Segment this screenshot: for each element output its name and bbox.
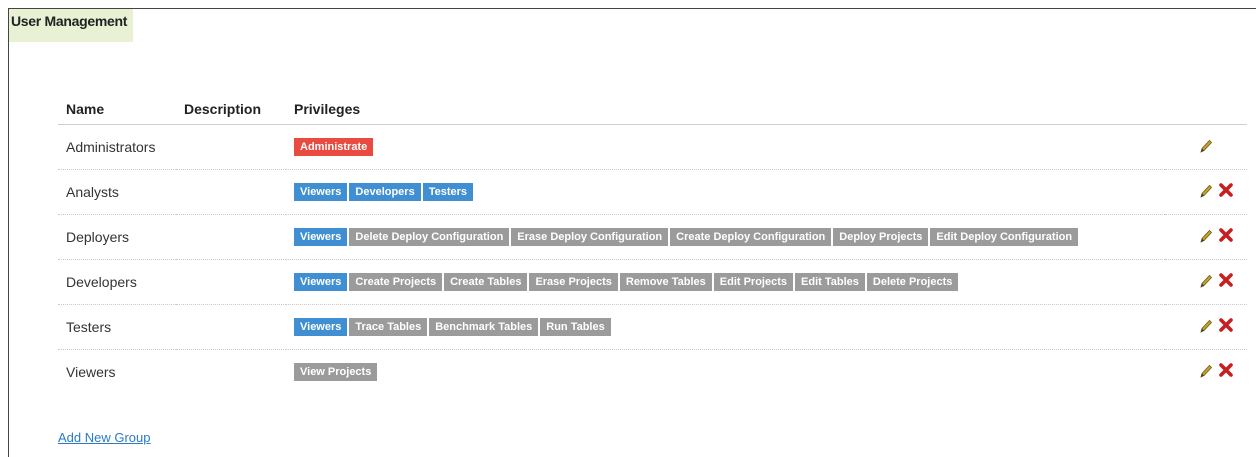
action-group <box>1199 317 1233 336</box>
privilege-badge: Benchmark Tables <box>429 318 539 337</box>
privilege-badge: Viewers <box>294 183 348 202</box>
header-description: Description <box>176 93 286 125</box>
privilege-badge: View Projects <box>294 363 378 382</box>
group-privileges: Administrate <box>286 124 1165 170</box>
action-group <box>1199 362 1233 381</box>
close-icon[interactable] <box>1219 362 1233 381</box>
group-privileges: Viewers Delete Deploy Configuration Erase … <box>286 214 1165 260</box>
privilege-badge: Developers <box>349 183 421 202</box>
privilege-badge: Testers <box>422 183 474 202</box>
group-name: Viewers <box>66 364 116 380</box>
action-group <box>1199 182 1233 201</box>
group-description <box>176 259 286 305</box>
close-icon[interactable] <box>1219 227 1233 246</box>
privilege-badge: Create Tables <box>444 273 528 292</box>
group-name: Deployers <box>58 214 176 260</box>
table-row: Analysts Viewers Developers Testers <box>58 169 1247 215</box>
add-new-group-link[interactable]: Add New Group <box>58 430 151 445</box>
row-actions <box>1165 259 1247 305</box>
group-description <box>176 214 286 260</box>
privilege-badge: Create Deploy Configuration <box>670 228 832 247</box>
close-icon[interactable] <box>1219 182 1233 201</box>
group-privileges: View Projects <box>286 350 1165 395</box>
group-description <box>176 169 286 215</box>
privilege-badge: Administrate <box>294 138 374 157</box>
privilege-badge: Erase Deploy Configuration <box>511 228 669 247</box>
action-group <box>1199 272 1233 291</box>
group-description <box>176 124 286 170</box>
group-name: Analysts <box>58 169 176 215</box>
header-actions <box>1165 93 1247 125</box>
privilege-badge: Viewers <box>294 318 348 337</box>
pencil-icon[interactable] <box>1199 363 1213 381</box>
action-group <box>1199 138 1233 156</box>
pencil-icon[interactable] <box>1199 138 1213 156</box>
row-actions <box>1165 124 1247 170</box>
pencil-icon[interactable] <box>1199 318 1213 336</box>
group-privileges: Viewers Developers Testers <box>286 169 1165 215</box>
groups-table: Name Description Privileges Administrato… <box>58 93 1247 394</box>
header-name: Name <box>58 93 176 125</box>
pencil-icon[interactable] <box>1199 183 1213 201</box>
privilege-badge: Viewers <box>294 228 348 247</box>
privilege-badge: Create Projects <box>349 273 443 292</box>
table-body: Administrators Administrate Analysts Viewer… <box>58 124 1247 395</box>
group-name: Administrators <box>58 124 176 170</box>
privilege-badge: Delete Projects <box>866 273 959 292</box>
privilege-badge: Edit Projects <box>713 273 794 292</box>
group-privileges: Viewers Create Projects Create Tables Erase… <box>286 259 1165 305</box>
pencil-icon[interactable] <box>1199 228 1213 246</box>
privilege-badge: Run Tables <box>540 318 611 337</box>
row-actions <box>1165 304 1247 350</box>
privilege-badge: Erase Projects <box>529 273 618 292</box>
group-name: Testers <box>58 304 176 350</box>
privilege-badge: Viewers <box>294 273 348 292</box>
privilege-badge: Edit Tables <box>795 273 865 292</box>
privilege-badge: Trace Tables <box>349 318 428 337</box>
table-row: Deployers Viewers Delete Deploy Configurat… <box>58 214 1247 260</box>
close-icon[interactable] <box>1219 272 1233 291</box>
table-row: Testers Viewers Trace Tables Benchmark Tabl… <box>58 304 1247 350</box>
group-description <box>176 350 286 395</box>
privilege-badge: Deploy Projects <box>833 228 929 247</box>
close-icon[interactable] <box>1219 317 1233 336</box>
table-row: Developers Viewers Create Projects Create T… <box>58 259 1247 305</box>
privilege-badge: Edit Deploy Configuration <box>930 228 1079 247</box>
table-row: Administrators Administrate <box>58 124 1247 170</box>
action-spacer <box>1219 138 1233 156</box>
group-name: Developers <box>58 259 176 305</box>
group-description <box>176 304 286 350</box>
table-header-row: Name Description Privileges <box>58 93 1247 125</box>
action-group <box>1199 227 1233 246</box>
table-row: Viewers View Projects <box>58 350 1247 395</box>
row-actions <box>1165 214 1247 260</box>
page-title: User Management <box>9 9 134 42</box>
privilege-badge: Remove Tables <box>619 273 712 292</box>
row-actions <box>1165 169 1247 215</box>
group-privileges: Viewers Trace Tables Benchmark Tables Run T… <box>286 304 1165 350</box>
row-actions <box>1165 350 1247 395</box>
privilege-badge: Delete Deploy Configuration <box>349 228 510 247</box>
header-privileges: Privileges <box>286 93 1165 125</box>
pencil-icon[interactable] <box>1199 273 1213 291</box>
